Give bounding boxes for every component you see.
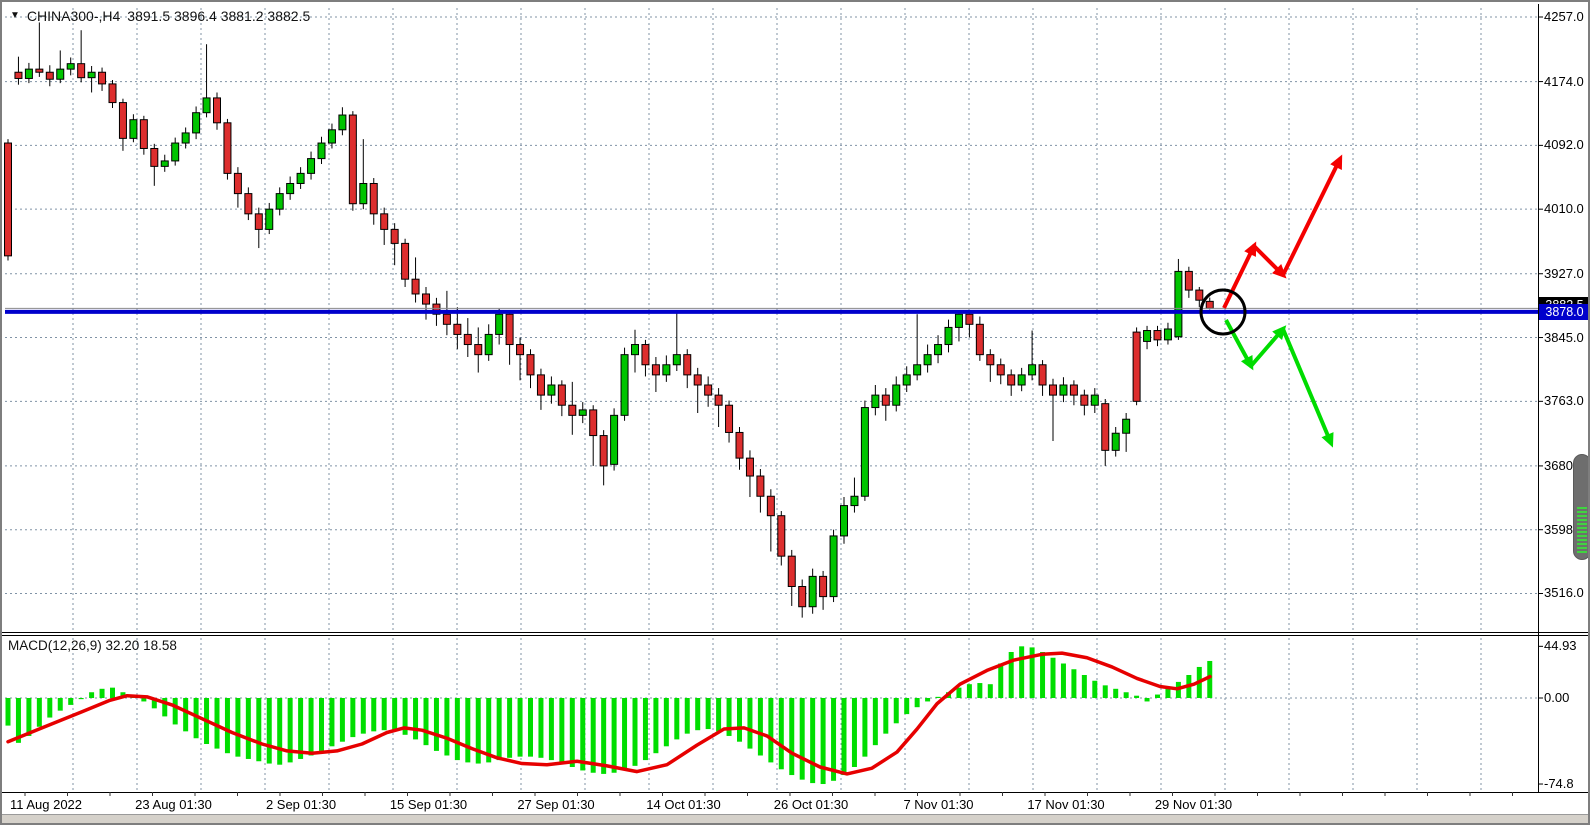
macd-histogram	[6, 646, 1213, 784]
chart-title: ▼ CHINA300-,H4 3891.5 3896.4 3881.2 3882…	[10, 8, 310, 24]
price-axis-label: 4010.0	[1544, 201, 1590, 217]
date-axis-label: 26 Oct 01:30	[763, 797, 859, 812]
price-axis-label: 3763.0	[1544, 393, 1590, 409]
grid-lines	[5, 8, 1538, 791]
macd-axis-label: 0.00	[1544, 690, 1590, 706]
date-axis-label: 11 Aug 2022	[0, 797, 94, 812]
chart-scrollbar[interactable]	[1573, 454, 1590, 560]
price-axis-label: 3845.0	[1544, 330, 1590, 346]
date-axis-label: 23 Aug 01:30	[126, 797, 222, 812]
macd-axis-label: -74.8	[1544, 776, 1590, 792]
bullish-forecast-arrow[interactable]	[1224, 155, 1342, 308]
date-axis-label: 17 Nov 01:30	[1018, 797, 1114, 812]
price-axis-label: 4257.0	[1544, 9, 1590, 25]
price-axis-label: 4174.0	[1544, 74, 1590, 90]
chart-canvas[interactable]	[2, 2, 1590, 814]
date-axis-label: 27 Sep 01:30	[508, 797, 604, 812]
ohlc-readout: 3891.5 3896.4 3881.2 3882.5	[127, 8, 310, 24]
hline-price-label: 3878.0	[1539, 304, 1590, 320]
macd-axis-label: 44.93	[1544, 638, 1590, 654]
price-axis-label: 4092.0	[1544, 137, 1590, 153]
symbol-timeframe-label: CHINA300-,H4	[27, 8, 120, 24]
status-strip	[2, 814, 1590, 825]
axis-frame	[2, 4, 1590, 796]
price-axis-label: 3927.0	[1544, 266, 1590, 282]
symbol-dropdown-icon[interactable]: ▼	[10, 11, 20, 21]
date-axis-label: 15 Sep 01:30	[381, 797, 477, 812]
price-axis-label: 3516.0	[1544, 585, 1590, 601]
date-axis-label: 14 Oct 01:30	[636, 797, 732, 812]
bearish-forecast-arrow[interactable]	[1226, 320, 1333, 448]
scrollbar-stripes-icon	[1577, 507, 1587, 555]
date-axis-label: 7 Nov 01:30	[891, 797, 987, 812]
candles-layer	[5, 22, 1214, 617]
date-axis-label: 29 Nov 01:30	[1146, 797, 1242, 812]
chart-window: ▼ CHINA300-,H4 3891.5 3896.4 3881.2 3882…	[0, 0, 1590, 825]
indicator-label: MACD(12,26,9) 32.20 18.58	[8, 638, 177, 653]
price-lines	[5, 308, 1538, 314]
date-axis-label: 2 Sep 01:30	[253, 797, 349, 812]
